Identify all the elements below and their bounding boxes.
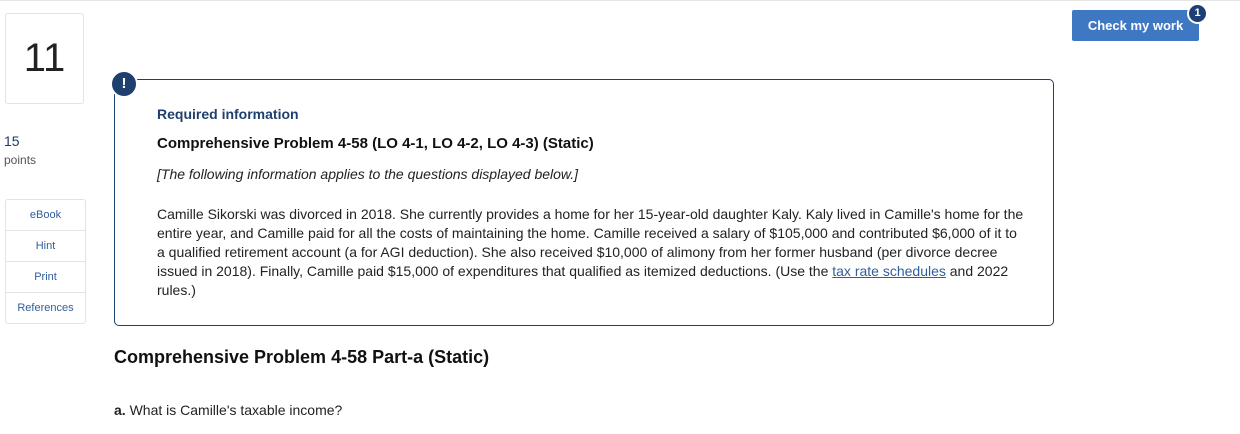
check-attempts-badge: 1 (1187, 3, 1208, 24)
tax-rate-schedules-link[interactable]: tax rate schedules (832, 263, 946, 279)
print-link[interactable]: Print (6, 262, 85, 293)
references-link[interactable]: References (6, 293, 85, 323)
ebook-link[interactable]: eBook (6, 200, 85, 231)
points-value: 15 (4, 133, 20, 149)
resource-links: eBook Hint Print References (5, 199, 86, 324)
problem-text: Camille Sikorski was divorced in 2018. S… (157, 205, 1027, 300)
hint-link[interactable]: Hint (6, 231, 85, 262)
alert-icon: ! (110, 70, 138, 98)
applies-note: [The following information applies to th… (157, 166, 579, 182)
question-number: 11 (5, 13, 84, 104)
question-prompt: a. What is Camille's taxable income? (114, 402, 342, 418)
top-divider (0, 0, 1240, 1)
required-info-label: Required information (157, 106, 299, 122)
points-label: points (4, 153, 37, 167)
problem-title: Comprehensive Problem 4-58 (LO 4-1, LO 4… (157, 135, 594, 152)
question-label: a. (114, 402, 126, 418)
question-text: What is Camille's taxable income? (125, 402, 343, 418)
part-heading: Comprehensive Problem 4-58 Part-a (Stati… (114, 347, 490, 367)
check-my-work-button[interactable]: Check my work (1072, 10, 1199, 41)
